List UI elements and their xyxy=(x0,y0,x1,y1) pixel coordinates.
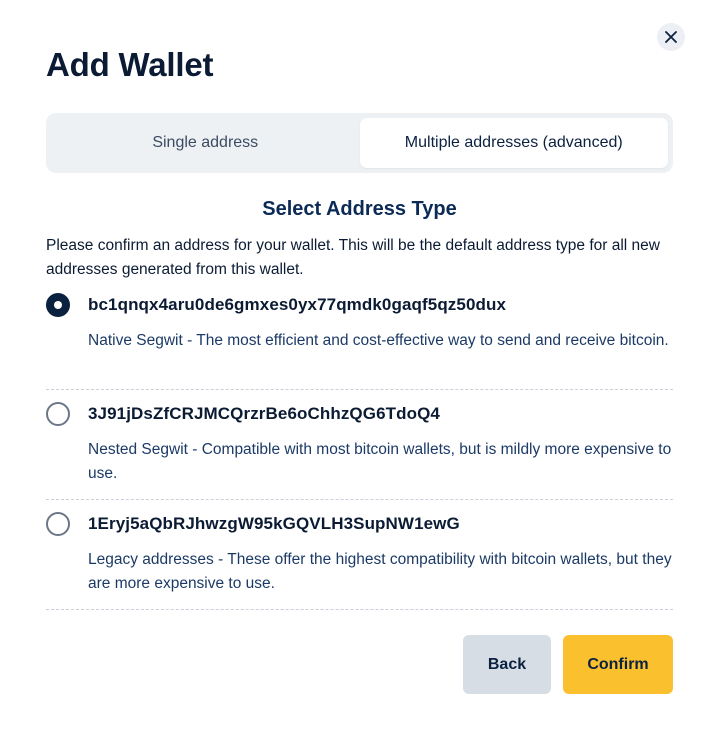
address-option-nested-segwit[interactable]: 3J91jDsZfCRJMCQrzrBe6oChhzQG6TdoQ4 Neste… xyxy=(46,390,673,500)
close-button[interactable] xyxy=(657,23,685,51)
address-type-list: bc1qnqx4aru0de6gmxes0yx77qmdk0gaqf5qz50d… xyxy=(46,286,673,610)
tab-multiple-addresses[interactable]: Multiple addresses (advanced) xyxy=(359,118,668,168)
tab-single-address[interactable]: Single address xyxy=(51,118,360,168)
intro-text: Please confirm an address for your walle… xyxy=(46,237,660,278)
address-description: Native Segwit - The most efficient and c… xyxy=(88,332,669,349)
radio-nested-segwit[interactable] xyxy=(46,402,70,426)
address-value: bc1qnqx4aru0de6gmxes0yx77qmdk0gaqf5qz50d… xyxy=(88,295,507,314)
address-option-legacy[interactable]: 1Eryj5aQbRJhwzgW95kGQVLH3SupNW1ewG Legac… xyxy=(46,500,673,610)
close-icon xyxy=(665,31,677,43)
address-description: Nested Segwit - Compatible with most bit… xyxy=(88,441,672,482)
back-button[interactable]: Back xyxy=(463,635,551,694)
section-title: Select Address Type xyxy=(262,198,457,220)
radio-native-segwit[interactable] xyxy=(46,293,70,317)
radio-legacy[interactable] xyxy=(46,512,70,536)
dialog-title: Add Wallet xyxy=(46,46,214,83)
address-mode-tabs: Single address Multiple addresses (advan… xyxy=(46,113,673,173)
address-option-native-segwit[interactable]: bc1qnqx4aru0de6gmxes0yx77qmdk0gaqf5qz50d… xyxy=(46,286,673,390)
address-description: Legacy addresses - These offer the highe… xyxy=(88,551,672,592)
address-value: 1Eryj5aQbRJhwzgW95kGQVLH3SupNW1ewG xyxy=(88,514,460,533)
confirm-button[interactable]: Confirm xyxy=(563,635,673,694)
address-value: 3J91jDsZfCRJMCQrzrBe6oChhzQG6TdoQ4 xyxy=(88,404,440,423)
